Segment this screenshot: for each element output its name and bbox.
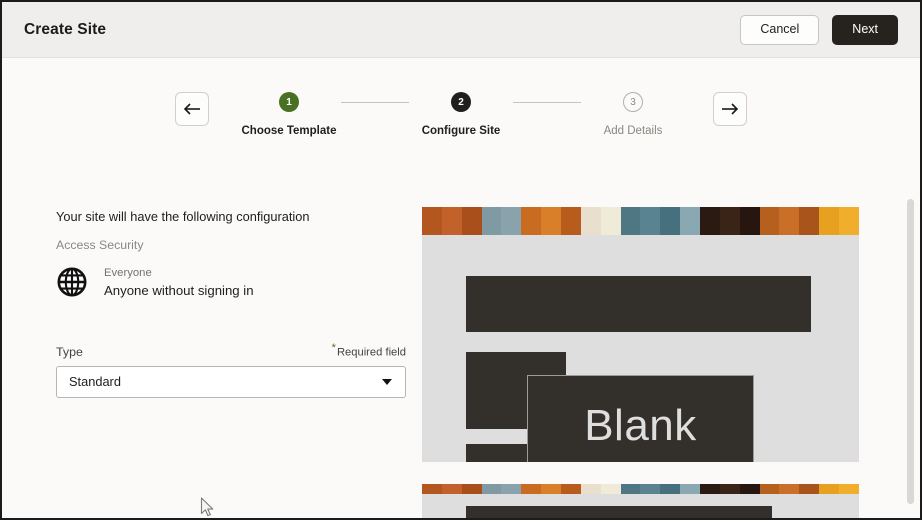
arrow-left-icon xyxy=(183,103,200,115)
step-item-3[interactable]: 3 Add Details xyxy=(581,92,685,137)
step-circle-3[interactable]: 3 xyxy=(623,92,643,112)
type-field-label: Type xyxy=(56,344,83,359)
texture-band xyxy=(660,207,681,235)
step-label-3: Add Details xyxy=(603,125,663,137)
texture-band xyxy=(580,484,601,494)
access-audience-name: Everyone xyxy=(104,267,152,279)
cancel-button[interactable]: Cancel xyxy=(740,14,820,45)
texture-band xyxy=(422,207,442,235)
texture-band xyxy=(481,484,502,494)
texture-band xyxy=(640,207,661,235)
template-body-small xyxy=(422,494,859,518)
texture-band xyxy=(600,207,621,235)
texture-band xyxy=(759,207,780,235)
template-strip-large xyxy=(422,207,859,235)
texture-band xyxy=(561,207,581,235)
texture-band xyxy=(799,207,820,235)
texture-band xyxy=(680,207,701,235)
texture-band xyxy=(501,207,522,235)
window-header: Create Site Cancel Next xyxy=(2,2,920,58)
required-field-note: *Required field xyxy=(332,342,406,359)
step-item-1[interactable]: 1 Choose Template xyxy=(237,92,341,137)
access-security-title: Access Security xyxy=(56,238,144,252)
required-field-text: Required field xyxy=(336,346,406,359)
texture-band xyxy=(501,484,522,494)
vertical-scrollbar-track[interactable] xyxy=(906,59,915,518)
texture-band xyxy=(700,207,720,235)
texture-band xyxy=(481,207,502,235)
globe-icon xyxy=(57,267,87,297)
texture-band xyxy=(819,484,840,494)
step-list: 1 Choose Template 2 Configure Site 3 Add… xyxy=(237,92,685,137)
texture-band xyxy=(521,207,542,235)
texture-band xyxy=(600,484,621,494)
type-field-head: Type *Required field xyxy=(56,342,406,359)
template-preview-small[interactable] xyxy=(422,484,859,518)
texture-band xyxy=(700,484,720,494)
template-preview-area: Blank xyxy=(422,207,859,518)
step-circle-2[interactable]: 2 xyxy=(451,92,471,112)
step-circle-1[interactable]: 1 xyxy=(279,92,299,112)
access-text-group: Everyone Anyone without signing in xyxy=(104,266,254,299)
wizard-stepper: 1 Choose Template 2 Configure Site 3 Add… xyxy=(2,92,920,137)
template-name-overlay: Blank xyxy=(526,375,755,462)
texture-band xyxy=(779,207,800,235)
configuration-panel: Your site will have the following config… xyxy=(56,209,406,398)
step-label-1: Choose Template xyxy=(241,125,337,137)
template-name-label: Blank xyxy=(584,401,697,451)
template-strip-small xyxy=(422,484,859,494)
next-button[interactable]: Next xyxy=(832,14,898,45)
texture-band xyxy=(461,207,482,235)
vertical-scrollbar-thumb[interactable] xyxy=(907,199,914,504)
texture-band xyxy=(779,484,800,494)
type-field-block: Type *Required field Standard xyxy=(56,342,406,398)
texture-band xyxy=(441,207,462,235)
texture-band xyxy=(580,207,601,235)
header-actions: Cancel Next xyxy=(740,14,898,45)
access-security-row: Everyone Anyone without signing in xyxy=(56,266,406,299)
required-asterisk-icon: * xyxy=(331,341,336,354)
texture-band xyxy=(521,484,542,494)
texture-band xyxy=(839,207,859,235)
texture-band xyxy=(680,484,701,494)
texture-band xyxy=(561,484,581,494)
texture-band xyxy=(739,484,760,494)
configuration-heading: Your site will have the following config… xyxy=(56,209,310,224)
page-title: Create Site xyxy=(24,20,107,38)
texture-band xyxy=(640,484,661,494)
texture-band xyxy=(441,484,462,494)
texture-band xyxy=(422,484,442,494)
template-preview-large[interactable]: Blank xyxy=(422,207,859,462)
placeholder-block xyxy=(465,275,811,332)
step-connector-2 xyxy=(513,101,581,103)
chevron-down-icon xyxy=(382,378,392,385)
texture-band xyxy=(719,484,740,494)
texture-band xyxy=(620,484,641,494)
create-site-window: Create Site Cancel Next 1 Choose Templat… xyxy=(0,0,922,520)
step-item-2[interactable]: 2 Configure Site xyxy=(409,92,513,137)
texture-band xyxy=(759,484,780,494)
arrow-right-icon xyxy=(722,103,739,115)
mouse-cursor xyxy=(200,497,214,517)
type-select[interactable]: Standard xyxy=(56,365,406,398)
step-label-2: Configure Site xyxy=(421,125,501,137)
texture-band xyxy=(541,207,562,235)
texture-band xyxy=(839,484,859,494)
window-body: 1 Choose Template 2 Configure Site 3 Add… xyxy=(2,59,920,518)
next-step-button[interactable] xyxy=(713,92,747,126)
placeholder-block xyxy=(465,505,772,518)
type-select-value: Standard xyxy=(69,374,121,390)
texture-band xyxy=(660,484,681,494)
texture-band xyxy=(719,207,740,235)
texture-band xyxy=(739,207,760,235)
texture-band xyxy=(461,484,482,494)
previous-step-button[interactable] xyxy=(175,92,209,126)
step-connector-1 xyxy=(341,101,409,103)
texture-band xyxy=(620,207,641,235)
template-body-large: Blank xyxy=(422,235,859,462)
access-audience-description: Anyone without signing in xyxy=(104,282,254,298)
texture-band xyxy=(819,207,840,235)
texture-band xyxy=(799,484,820,494)
texture-band xyxy=(541,484,562,494)
